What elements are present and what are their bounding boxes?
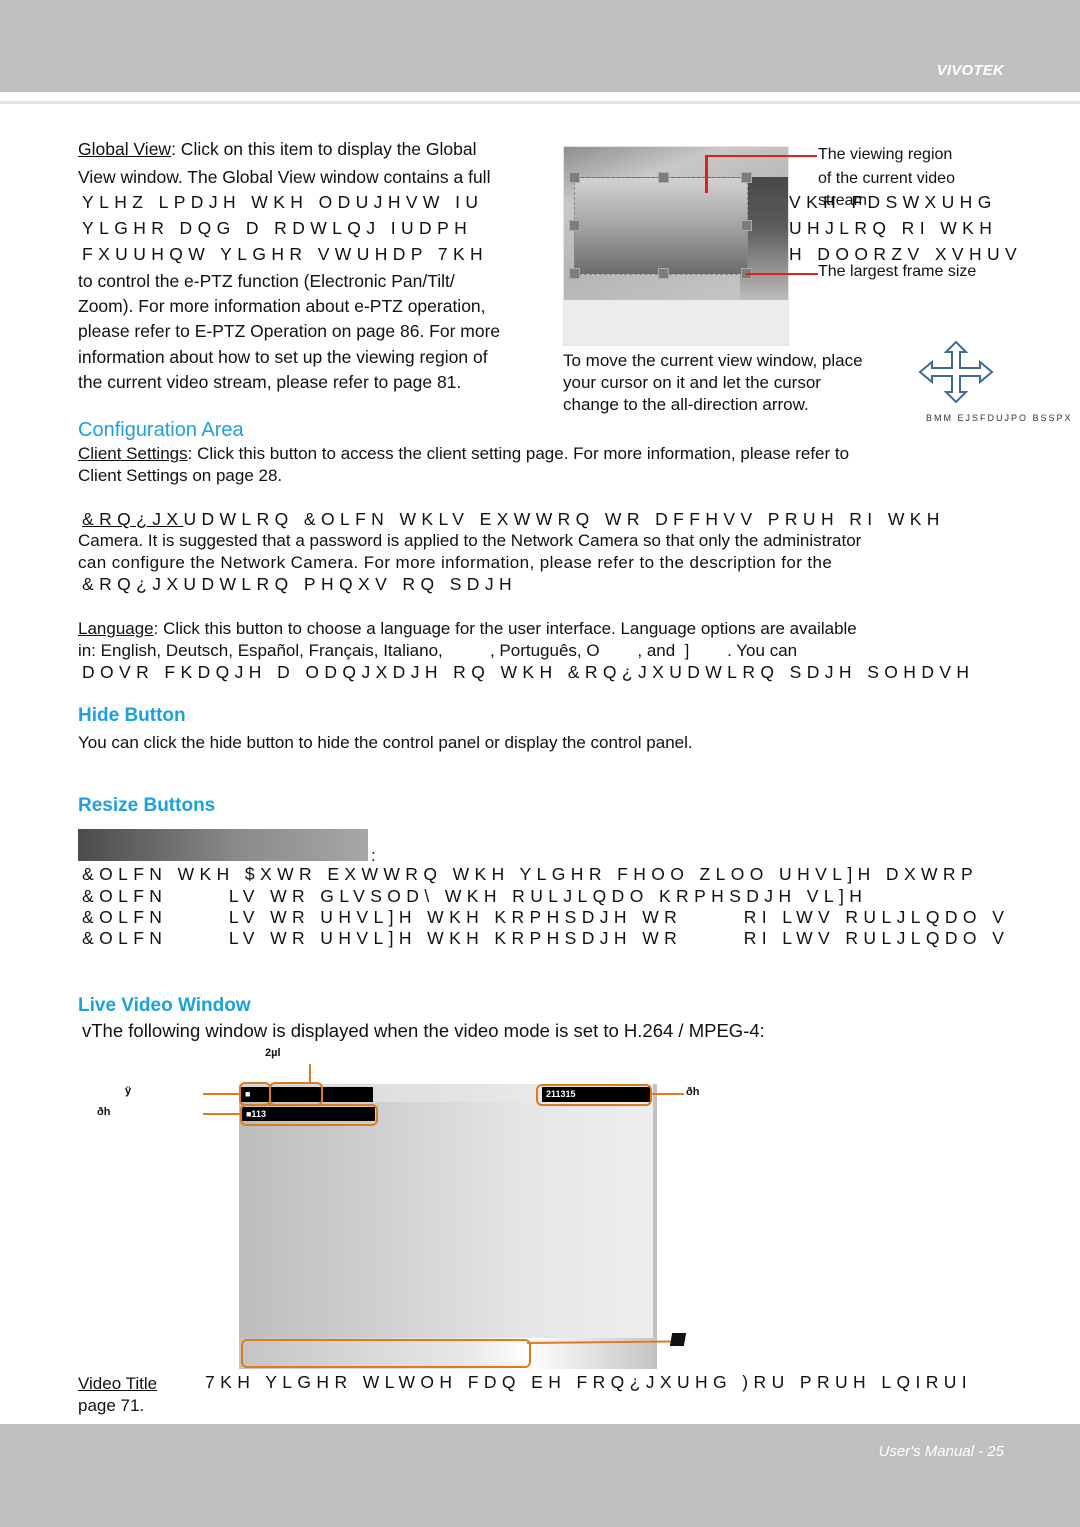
resize-buttons-heading: Resize Buttons xyxy=(78,795,216,816)
global-view-term: Global View xyxy=(78,139,172,159)
move-instruction-1: To move the current view window, place xyxy=(563,351,863,370)
callout-box xyxy=(269,1082,323,1106)
resize-handle[interactable] xyxy=(658,172,669,183)
global-view-window-image xyxy=(563,146,789,346)
resize-handle[interactable] xyxy=(741,220,752,231)
video-title-rest: 7KH YLGHR WLWOH FDQ EH FRQ¿JXUHG )RU PRU… xyxy=(205,1372,973,1392)
configuration-line-1: &RQ¿JXUDWLRQ &OLFN WKLV EXWWRQ WR DFFHVV… xyxy=(82,509,945,529)
language-term: Language xyxy=(78,619,154,638)
callout-box xyxy=(536,1084,652,1106)
callout-label-left-1: ÿ xyxy=(125,1085,132,1097)
live-video-window-image xyxy=(239,1084,657,1369)
callout-viewing-region-1: The viewing region xyxy=(818,146,953,163)
callout-line xyxy=(203,1113,241,1115)
configuration-area-heading: Configuration Area xyxy=(78,419,244,441)
resize-handle[interactable] xyxy=(741,172,752,183)
viewing-region-box[interactable] xyxy=(574,177,748,275)
callout-marker xyxy=(669,1333,687,1346)
resize-line-3: &OLFN LV WR UHVL]H WKH KRPHSDJH WR RI LW… xyxy=(82,907,1010,927)
page-footer xyxy=(0,1424,1080,1527)
live-video-window-heading: Live Video Window xyxy=(78,995,251,1016)
global-view-line-7: Zoom). For more information about e-PTZ … xyxy=(78,296,486,316)
callout-viewing-region-2: of the current video xyxy=(818,170,955,187)
video-title-term: Video Title xyxy=(78,1374,158,1393)
callout-line xyxy=(746,273,818,275)
all-direction-arrow-icon xyxy=(918,340,994,404)
callout-largest-frame: The largest frame size xyxy=(818,263,977,280)
configuration-line-3: can configure the Network Camera. For mo… xyxy=(78,553,833,572)
global-view-line-8: please refer to E-PTZ Operation on page … xyxy=(78,321,501,341)
resize-handle[interactable] xyxy=(569,172,580,183)
global-view-line-1: Global View: Click on this item to displ… xyxy=(78,139,477,159)
configuration-term: &RQ¿JX xyxy=(82,509,184,529)
global-view-line-9: information about how to set up the view… xyxy=(78,347,488,367)
resize-line-2: &OLFN LV WR GLVSOD\ WKH RULJLQDO KRPHSDJ… xyxy=(82,886,868,906)
global-view-line-4: YLGHR DQG D RDWLQJ IUDPH xyxy=(82,218,473,238)
client-settings-line-2: Client Settings on page 28. xyxy=(78,466,283,485)
callout-line xyxy=(705,155,817,157)
configuration-line-2: Camera. It is suggested that a password … xyxy=(78,531,862,550)
resize-handle[interactable] xyxy=(569,220,580,231)
language-line-2: in: English, Deutsch, Español, Français,… xyxy=(78,641,798,660)
header-divider xyxy=(0,101,1080,104)
global-view-right-encoded-2: UHJLRQ RI WKH xyxy=(789,218,998,238)
live-video-intro: vThe following window is displayed when … xyxy=(82,1020,765,1041)
resize-handle[interactable] xyxy=(569,268,580,279)
resize-buttons-image xyxy=(78,829,368,861)
callout-line xyxy=(309,1064,311,1083)
callout-line xyxy=(650,1093,684,1095)
move-instruction-3: change to the all-direction arrow. xyxy=(563,395,809,414)
hide-button-text: You can click the hide button to hide th… xyxy=(78,733,693,752)
global-view-line-6: to control the e-PTZ function (Electroni… xyxy=(78,271,455,291)
video-title-line-2: page 71. xyxy=(78,1396,145,1415)
page-number: User's Manual - 25 xyxy=(878,1443,1004,1460)
arrow-caption: BMM EJSFDUJPO BSSPX xyxy=(926,413,1073,423)
language-line-3: DOVR FKDQJH D ODQJXDJH RQ WKH &RQ¿JXUDWL… xyxy=(82,662,975,682)
callout-viewing-region-3: stream xyxy=(818,192,867,209)
callout-box xyxy=(239,1082,271,1106)
video-title-line-1: Video Title xyxy=(78,1373,157,1395)
callout-box xyxy=(241,1339,531,1368)
client-settings-term: Client Settings xyxy=(78,444,188,463)
resize-line-1: &OLFN WKH $XWR EXWWRQ WKH YLGHR FHOO ZLO… xyxy=(82,864,979,884)
callout-label-left-2: ðh xyxy=(97,1106,111,1118)
global-view-line-2: View window. The Global View window cont… xyxy=(78,167,491,187)
callout-box xyxy=(240,1104,378,1126)
resize-line-4: &OLFN LV WR UHVL]H WKH KRPHSDJH WR RI LW… xyxy=(82,928,1010,948)
global-view-line-3: YLHZ LPDJH WKH ODUJHVW IU xyxy=(82,192,484,212)
resize-handle[interactable] xyxy=(658,268,669,279)
brand-logo: VIVOTEK xyxy=(936,62,1004,79)
callout-line xyxy=(705,155,708,193)
callout-label-right: ðh xyxy=(686,1086,700,1098)
configuration-line-4: &RQ¿JXUDWLRQ PHQXV RQ SDJH xyxy=(82,574,518,594)
move-instruction-2: your cursor on it and let the cursor xyxy=(563,373,821,392)
callout-line xyxy=(203,1093,239,1095)
page-header xyxy=(0,0,1080,92)
global-view-line-5: FXUUHQW YLGHR VWUHDP 7KH xyxy=(82,244,489,264)
client-settings-line-1: Client Settings: Click this button to ac… xyxy=(78,444,850,463)
hide-button-heading: Hide Button xyxy=(78,705,186,726)
language-line-1: Language: Click this button to choose a … xyxy=(78,619,857,638)
callout-label-top: 2µl xyxy=(265,1047,281,1059)
global-view-line-10: the current video stream, please refer t… xyxy=(78,372,462,392)
